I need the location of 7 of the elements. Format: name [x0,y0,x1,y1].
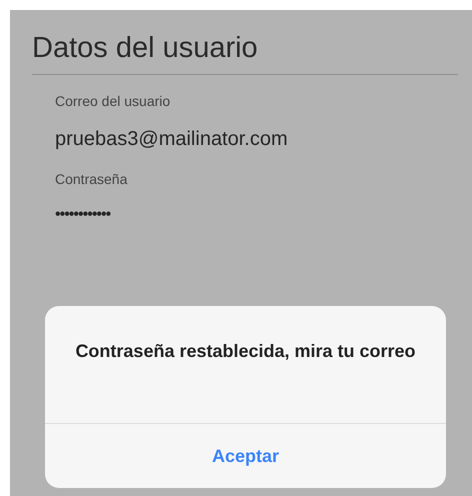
field-value: pruebas3@mailinator.com [55,128,289,151]
alert-message: Contraseña restablecida, mira tu correo [74,340,417,363]
screen-title: Datos del usuario [32,31,259,66]
field-label: Correo del usuario [55,93,172,109]
field-label: Contraseña [55,171,128,187]
accept-button[interactable]: Aceptar [45,424,446,488]
field-value: •••••••••••• [55,206,112,224]
